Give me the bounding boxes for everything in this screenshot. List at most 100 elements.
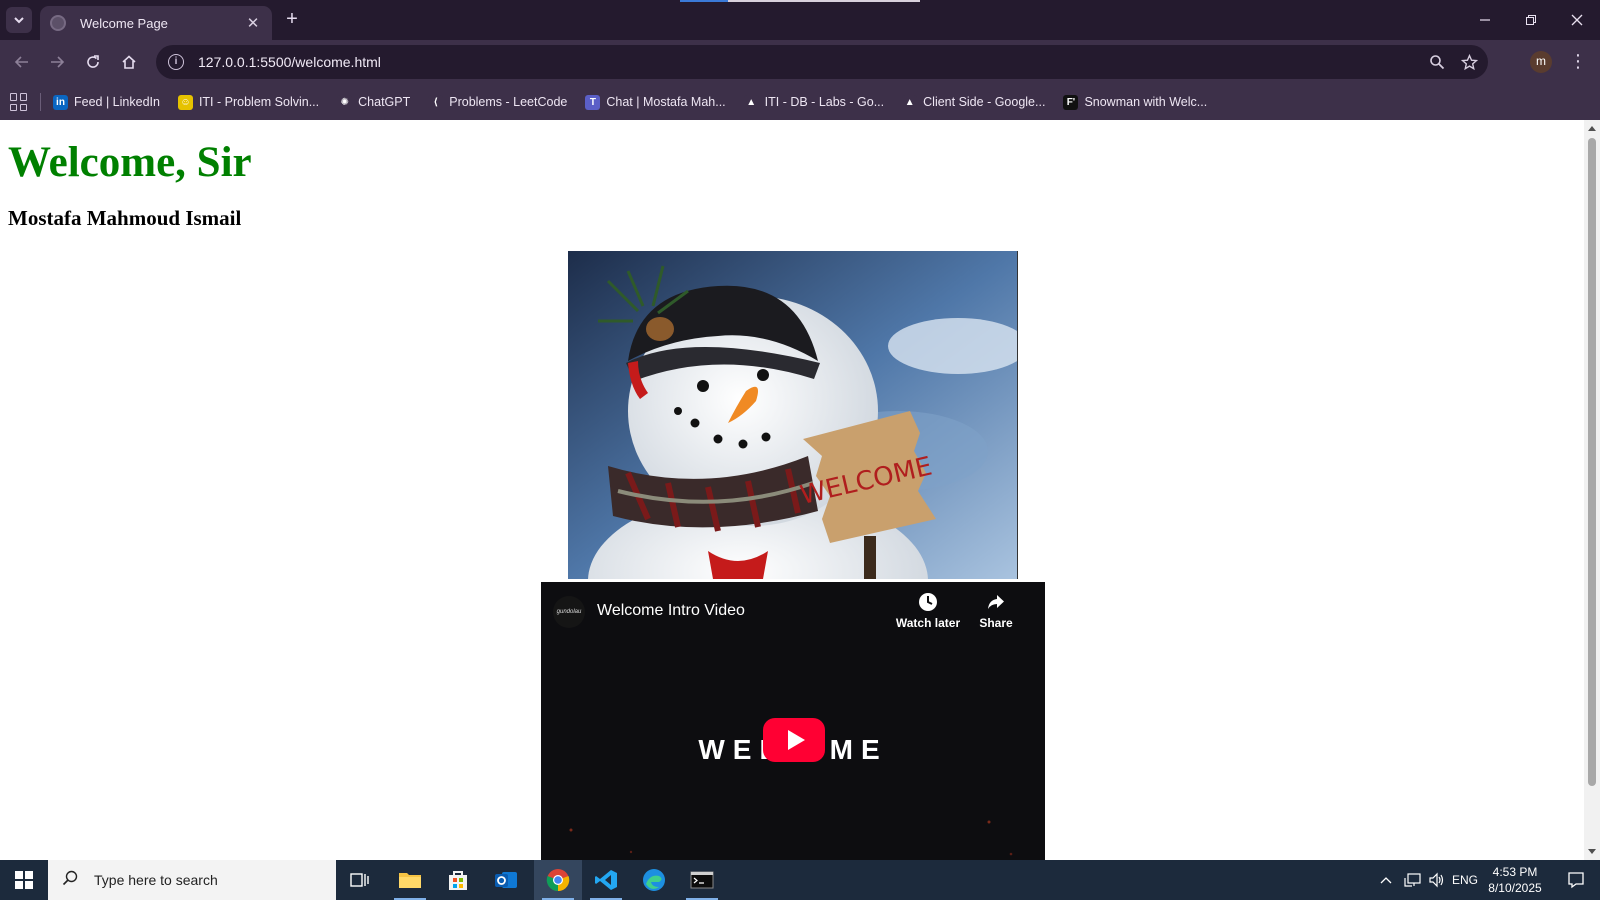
bookmark-separator xyxy=(40,93,41,111)
bookmark-favicon-icon: ✺ xyxy=(337,94,353,110)
taskbar-clock[interactable]: 4:53 PM 8/10/2025 xyxy=(1480,864,1550,896)
bookmark-favicon-icon: ⟨ xyxy=(428,94,444,110)
page-viewport: Welcome, Sir Mostafa Mahmoud Ismail WELC… xyxy=(0,120,1584,860)
chrome-icon xyxy=(546,869,570,892)
bookmark-item[interactable]: in Feed | LinkedIn xyxy=(53,94,160,110)
show-hidden-icons-button[interactable] xyxy=(1376,860,1396,900)
search-placeholder: Type here to search xyxy=(94,872,218,888)
bookmark-star-icon[interactable] xyxy=(1456,49,1482,75)
network-icon xyxy=(1404,873,1421,887)
reload-icon xyxy=(87,55,99,68)
start-button[interactable] xyxy=(0,860,48,900)
bookmark-item[interactable]: F' Snowman with Welc... xyxy=(1063,94,1208,110)
share-icon xyxy=(971,592,1021,616)
bookmark-favicon-icon: ▲ xyxy=(743,94,759,110)
bookmark-item[interactable]: T Chat | Mostafa Mah... xyxy=(585,94,726,110)
windows-logo-icon xyxy=(15,871,33,889)
store-icon xyxy=(449,871,467,890)
network-button[interactable] xyxy=(1402,860,1424,900)
microsoft-store-button[interactable] xyxy=(434,860,482,900)
clock-date: 8/10/2025 xyxy=(1488,881,1542,895)
edge-button[interactable] xyxy=(630,860,678,900)
outlook-button[interactable] xyxy=(482,860,530,900)
globe-icon xyxy=(50,15,66,31)
home-icon xyxy=(122,55,136,69)
vscode-button[interactable] xyxy=(582,860,630,900)
edge-icon xyxy=(643,869,665,891)
restore-icon xyxy=(1526,15,1536,25)
home-button[interactable] xyxy=(116,49,142,75)
volume-button[interactable] xyxy=(1426,860,1448,900)
close-tab-icon[interactable]: ✕ xyxy=(244,14,262,32)
zoom-icon[interactable] xyxy=(1424,49,1450,75)
tab-title: Welcome Page xyxy=(80,15,168,31)
close-window-button[interactable] xyxy=(1554,0,1600,40)
address-bar[interactable]: i 127.0.0.1:5500/welcome.html xyxy=(156,45,1488,79)
bookmark-item[interactable]: ✺ ChatGPT xyxy=(337,94,411,110)
folder-icon xyxy=(399,873,421,888)
forward-button[interactable] xyxy=(44,49,70,75)
windows-taskbar: Type here to search ENG 4:53 PM 8/10/202… xyxy=(0,860,1600,900)
clock-icon xyxy=(893,592,963,616)
task-view-icon xyxy=(350,873,369,887)
share-label: Share xyxy=(979,616,1013,630)
language-indicator[interactable]: ENG xyxy=(1452,860,1478,900)
restore-button[interactable] xyxy=(1508,0,1554,40)
share-button[interactable]: Share xyxy=(971,592,1021,630)
search-icon xyxy=(62,870,82,891)
minimize-icon xyxy=(1480,19,1490,21)
bookmark-item[interactable]: ▲ ITI - DB - Labs - Go... xyxy=(743,94,885,110)
youtube-embed[interactable]: gundolau Welcome Intro Video Watch later… xyxy=(541,582,1045,860)
minimize-button[interactable] xyxy=(1462,0,1508,40)
vscode-icon xyxy=(595,870,617,890)
new-tab-button[interactable]: + xyxy=(280,8,304,32)
apps-grid-icon[interactable] xyxy=(10,93,28,111)
speaker-icon xyxy=(1429,872,1444,888)
play-icon xyxy=(787,730,805,750)
scroll-up-icon[interactable] xyxy=(1588,126,1596,131)
reload-button[interactable] xyxy=(80,49,106,75)
url-text[interactable]: 127.0.0.1:5500/welcome.html xyxy=(198,54,1424,70)
bookmark-label: Snowman with Welc... xyxy=(1084,95,1208,109)
task-view-button[interactable] xyxy=(336,860,384,900)
bookmark-item[interactable]: ▲ Client Side - Google... xyxy=(902,94,1046,110)
back-button[interactable] xyxy=(9,49,35,75)
chrome-button[interactable] xyxy=(534,860,582,900)
notification-icon xyxy=(1568,872,1584,889)
bookmark-label: ChatGPT xyxy=(358,95,411,109)
profile-avatar[interactable]: m xyxy=(1530,51,1552,73)
play-button[interactable] xyxy=(763,718,825,762)
watch-later-button[interactable]: Watch later xyxy=(893,592,963,630)
kebab-menu-icon[interactable]: ⋮ xyxy=(1568,49,1588,75)
file-explorer-button[interactable] xyxy=(386,860,434,900)
tab-search-button[interactable] xyxy=(6,7,32,33)
bookmark-item[interactable]: ☺ ITI - Problem Solvin... xyxy=(177,94,320,110)
bookmark-label: ITI - Problem Solvin... xyxy=(198,95,320,109)
site-info-icon[interactable]: i xyxy=(168,54,184,70)
page-heading: Welcome, Sir xyxy=(8,139,252,186)
tab-welcome-page[interactable]: Welcome Page ✕ xyxy=(40,6,272,40)
terminal-button[interactable] xyxy=(678,860,726,900)
video-title[interactable]: Welcome Intro Video xyxy=(597,602,745,620)
taskbar-search-box[interactable]: Type here to search xyxy=(48,860,336,900)
bookmark-list: in Feed | LinkedIn ☺ ITI - Problem Solvin..… xyxy=(53,94,1225,110)
clock-time: 4:53 PM xyxy=(1492,865,1538,879)
browser-toolbar: i 127.0.0.1:5500/welcome.html m ⋮ xyxy=(0,40,1600,84)
bookmark-item[interactable]: ⟨ Problems - LeetCode xyxy=(428,94,568,110)
bookmark-label: Chat | Mostafa Mah... xyxy=(606,95,726,109)
channel-avatar[interactable]: gundolau xyxy=(553,596,585,628)
bookmark-label: ITI - DB - Labs - Go... xyxy=(764,95,885,109)
bookmark-label: Client Side - Google... xyxy=(923,95,1046,109)
scroll-thumb[interactable] xyxy=(1588,138,1596,786)
arrow-left-icon xyxy=(14,56,28,68)
bookmark-favicon-icon: ☺ xyxy=(177,94,193,110)
bookmark-favicon-icon: F' xyxy=(1063,94,1079,110)
video-sparks xyxy=(569,820,1013,856)
terminal-icon xyxy=(690,871,714,889)
page-scrollbar[interactable] xyxy=(1584,120,1600,860)
bookmarks-bar: in Feed | LinkedIn ☺ ITI - Problem Solvin..… xyxy=(0,84,1600,120)
close-icon xyxy=(1571,14,1583,26)
notifications-button[interactable] xyxy=(1556,860,1596,900)
scroll-down-icon[interactable] xyxy=(1588,849,1596,854)
bookmark-label: Problems - LeetCode xyxy=(449,95,568,109)
